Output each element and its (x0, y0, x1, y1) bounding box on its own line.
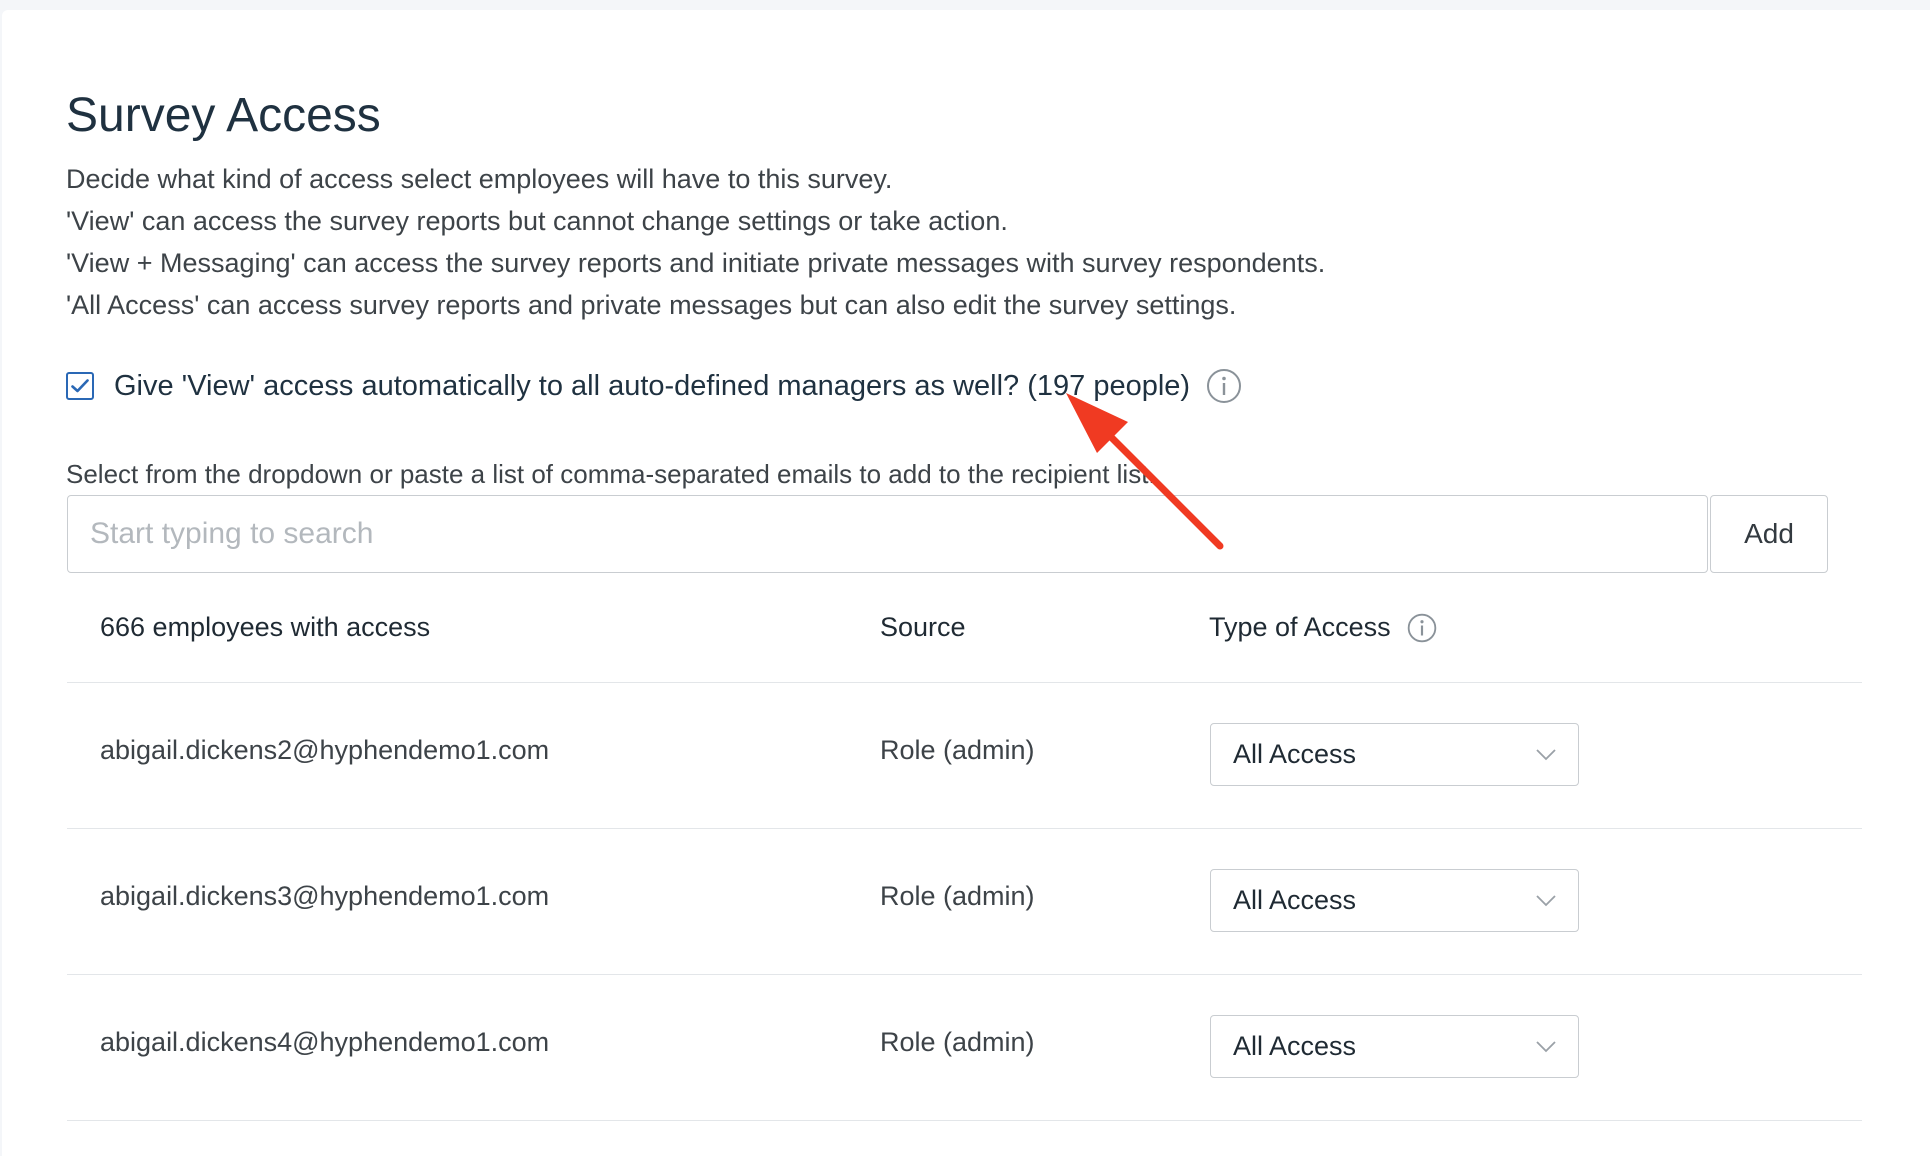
page-title: Survey Access (66, 89, 381, 142)
access-type-value: All Access (1233, 1031, 1357, 1061)
table-row: abigail.dickens3@hyphendemo1.com Role (a… (67, 829, 1862, 975)
table-row: abigail.dickens4@hyphendemo1.com Role (a… (67, 975, 1862, 1121)
table-row (67, 1121, 1862, 1156)
description-line: 'View + Messaging' can access the survey… (66, 248, 1326, 278)
employee-email: abigail.dickens4@hyphendemo1.com (100, 1027, 550, 1057)
access-type-header-label: Type of Access (1209, 612, 1391, 642)
recipient-search-input[interactable] (67, 495, 1708, 573)
auto-manager-label[interactable]: Give 'View' access automatically to all … (114, 370, 1190, 403)
access-description: Decide what kind of access select employ… (66, 158, 1325, 326)
description-line: 'View' can access the survey reports but… (66, 206, 1008, 236)
access-type-header: Type of Access (1209, 612, 1437, 643)
description-line: Decide what kind of access select employ… (66, 164, 893, 194)
table-header: 666 employees with access Source Type of… (67, 590, 1862, 683)
access-type-value: All Access (1233, 885, 1357, 915)
access-table: 666 employees with access Source Type of… (67, 590, 1862, 1156)
recipient-helper-text: Select from the dropdown or paste a list… (66, 459, 1156, 489)
survey-access-page: Survey Access Decide what kind of access… (2, 10, 1930, 1156)
access-type-select[interactable]: All Access (1210, 869, 1579, 932)
info-icon[interactable] (1206, 368, 1242, 404)
access-type-value: All Access (1233, 739, 1357, 769)
employee-email: abigail.dickens3@hyphendemo1.com (100, 881, 550, 911)
description-line: 'All Access' can access survey reports a… (66, 290, 1237, 320)
add-recipient-button[interactable]: Add (1710, 495, 1828, 573)
auto-manager-checkbox[interactable] (66, 372, 94, 400)
access-type-select[interactable]: All Access (1210, 723, 1579, 786)
access-source: Role (admin) (880, 1027, 1035, 1057)
info-icon[interactable] (1407, 613, 1437, 643)
table-row: abigail.dickens2@hyphendemo1.com Role (a… (67, 683, 1862, 829)
chevron-down-icon (1536, 1040, 1556, 1053)
chevron-down-icon (1536, 748, 1556, 761)
access-type-select[interactable]: All Access (1210, 1015, 1579, 1078)
access-source: Role (admin) (880, 735, 1035, 765)
auto-manager-option: Give 'View' access automatically to all … (66, 366, 1242, 406)
checkmark-icon (71, 379, 89, 393)
employee-email: abigail.dickens2@hyphendemo1.com (100, 735, 550, 765)
access-source: Role (admin) (880, 881, 1035, 911)
chevron-down-icon (1536, 894, 1556, 907)
source-header: Source (880, 612, 966, 642)
employees-count-header: 666 employees with access (100, 612, 431, 642)
